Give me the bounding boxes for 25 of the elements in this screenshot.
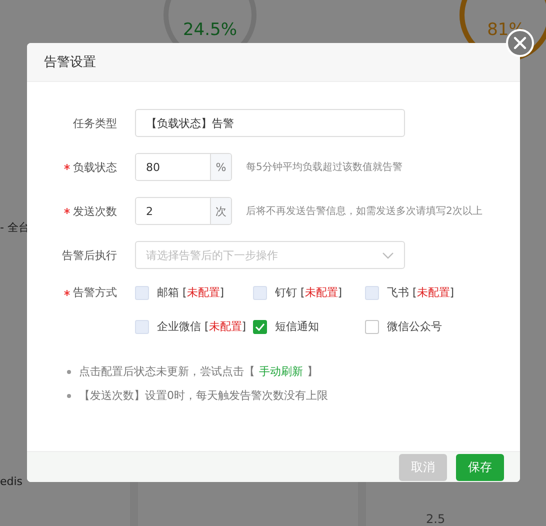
- number-field[interactable]: 2 次: [135, 197, 232, 225]
- alert-method-checkbox[interactable]: 短信通知: [253, 319, 365, 334]
- note-text: 【发送次数】设置0时，每天触发告警次数没有上限: [79, 388, 328, 404]
- field-label: 任务类型: [73, 116, 117, 130]
- field-hint: 后将不再发送告警信息，如需发送多次请填写2次以上: [246, 204, 482, 218]
- field-label: 发送次数: [73, 204, 117, 218]
- task-type-field[interactable]: 【负载状态】告警: [135, 109, 405, 137]
- dialog-title: 告警设置: [44, 54, 96, 71]
- alert-method-checkbox[interactable]: 微信公众号: [365, 319, 475, 334]
- number-field[interactable]: 80 %: [135, 153, 232, 181]
- field-label: 告警方式: [73, 285, 117, 300]
- gauge-value: 24.5%: [182, 20, 237, 40]
- axis-tick: 2.5: [426, 512, 446, 526]
- note-text: 点击配置后状态未更新，尝试点击【 手动刷新 】: [79, 364, 318, 380]
- bullet-icon: [67, 394, 71, 398]
- chevron-down-icon: [382, 252, 394, 258]
- app-name: edis: [0, 475, 24, 488]
- field-hint: 每5分钟平均负载超过该数值就告警: [246, 160, 402, 174]
- unit-label: %: [210, 154, 231, 180]
- field-label: 负载状态: [73, 160, 117, 174]
- bullet-icon: [67, 370, 71, 374]
- field-label: 告警后执行: [62, 248, 117, 262]
- unit-label: 次: [210, 198, 231, 224]
- close-icon: [513, 36, 527, 50]
- checkmark-icon: [255, 322, 265, 330]
